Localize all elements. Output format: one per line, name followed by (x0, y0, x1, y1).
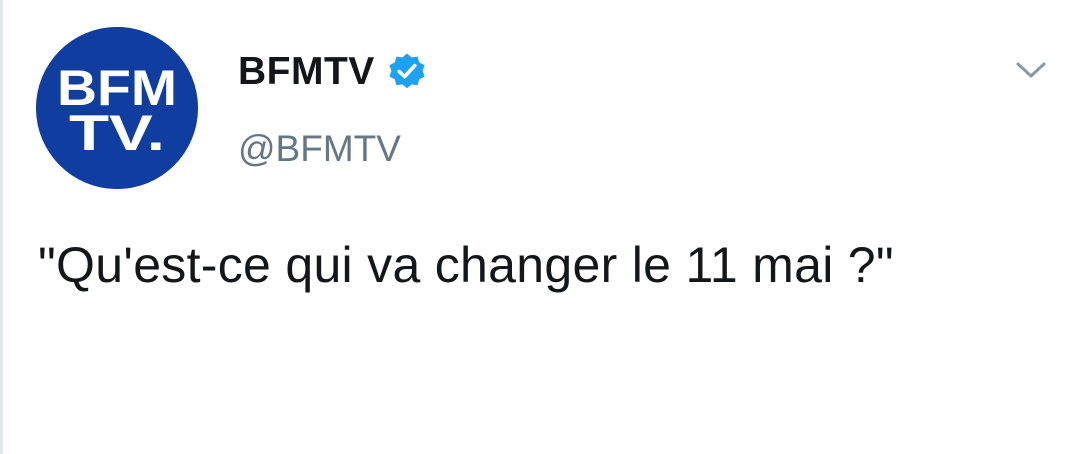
logo-line2: TV. (69, 105, 165, 161)
verified-badge-icon (387, 52, 427, 92)
chevron-down-icon (1016, 62, 1046, 78)
author-name-row: BFMTV (238, 46, 427, 98)
tweet-card: BFM TV. BFMTV @BFMTV "Qu'est-ce qui va c… (0, 0, 1080, 454)
bfmtv-logo-icon: BFM TV. (36, 27, 198, 189)
avatar[interactable]: BFM TV. (36, 27, 198, 189)
tweet-menu-button[interactable] (1009, 52, 1053, 88)
author-handle[interactable]: @BFMTV (238, 124, 401, 174)
tweet-text: "Qu'est-ce qui va changer le 11 mai ?" (38, 237, 894, 293)
author-display-name[interactable]: BFMTV (238, 46, 375, 98)
